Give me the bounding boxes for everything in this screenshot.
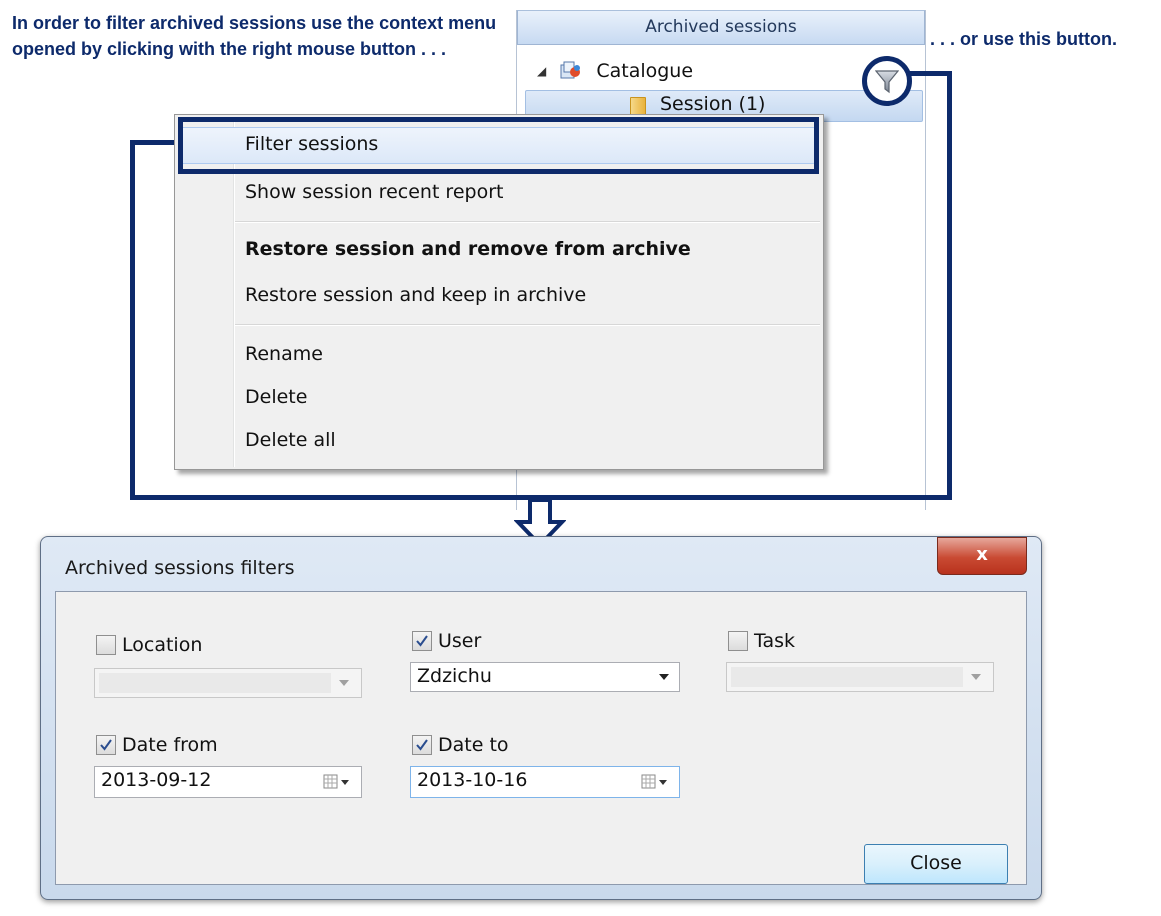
menu-item-delete-all[interactable]: Delete all — [245, 426, 336, 454]
date-from-value: 2013-09-12 — [101, 769, 212, 791]
menu-separator — [235, 324, 820, 326]
connector-line — [910, 71, 952, 76]
tree-item-catalogue-label: Catalogue — [596, 60, 694, 82]
filter-sessions-button[interactable] — [862, 56, 912, 106]
calendar-icon[interactable] — [323, 773, 351, 789]
close-button[interactable]: Close — [864, 844, 1008, 884]
menu-item-rename[interactable]: Rename — [245, 340, 323, 368]
annotation-button-hint: . . . or use this button. — [930, 29, 1117, 49]
location-select-field — [99, 673, 331, 693]
menu-item-restore-remove[interactable]: Restore session and remove from archive — [245, 235, 691, 263]
checkmark-icon — [100, 739, 112, 751]
catalogue-icon — [560, 60, 582, 80]
user-select[interactable]: Zdzichu — [410, 662, 680, 692]
date-from-label: Date from — [122, 734, 218, 756]
filter-sessions-highlight-frame — [178, 117, 819, 174]
connector-line — [947, 71, 952, 500]
location-checkbox[interactable] — [96, 635, 116, 655]
date-to-picker[interactable]: 2013-10-16 — [410, 766, 680, 798]
expand-arrow-icon[interactable]: ◢ — [537, 64, 546, 78]
menu-item-restore-keep[interactable]: Restore session and keep in archive — [245, 281, 586, 309]
connector-line — [130, 140, 135, 500]
connector-line — [130, 140, 180, 145]
location-checkbox-row[interactable]: Location — [96, 634, 202, 656]
task-checkbox-row[interactable]: Task — [728, 630, 795, 652]
date-from-checkbox[interactable] — [96, 735, 116, 755]
annotation-context-menu-hint: In order to filter archived sessions use… — [12, 13, 497, 59]
window-close-button[interactable]: x — [937, 537, 1027, 575]
user-label: User — [438, 630, 482, 652]
user-checkbox-row[interactable]: User — [412, 630, 481, 652]
user-select-value: Zdzichu — [417, 665, 492, 687]
panel-header: Archived sessions — [517, 10, 925, 45]
chevron-down-icon — [971, 674, 981, 680]
task-select-field — [731, 667, 963, 687]
location-select[interactable] — [94, 668, 362, 698]
task-checkbox[interactable] — [728, 631, 748, 651]
date-to-value: 2013-10-16 — [417, 769, 528, 791]
dialog-title: Archived sessions filters — [65, 557, 295, 579]
date-from-checkbox-row[interactable]: Date from — [96, 734, 218, 756]
filter-funnel-icon — [875, 70, 899, 94]
user-checkbox[interactable] — [412, 631, 432, 651]
date-to-label: Date to — [438, 734, 509, 756]
date-to-checkbox-row[interactable]: Date to — [412, 734, 509, 756]
checkmark-icon — [416, 635, 428, 647]
date-from-picker[interactable]: 2013-09-12 — [94, 766, 362, 798]
checkmark-icon — [416, 739, 428, 751]
menu-item-show-recent-report[interactable]: Show session recent report — [245, 178, 503, 206]
location-label: Location — [122, 634, 203, 656]
chevron-down-icon — [659, 674, 669, 680]
tree-item-catalogue[interactable]: ◢ Catalogue — [537, 60, 693, 82]
date-to-checkbox[interactable] — [412, 735, 432, 755]
menu-separator — [235, 221, 820, 223]
task-select[interactable] — [726, 662, 994, 692]
dialog-body: Location User Zdzichu Task Date from 201… — [55, 591, 1027, 885]
menu-item-delete[interactable]: Delete — [245, 383, 307, 411]
calendar-icon[interactable] — [641, 773, 669, 789]
tree-item-session-label: Session (1) — [660, 93, 766, 115]
archived-sessions-filters-dialog: Archived sessions filters x Location Use… — [40, 536, 1042, 900]
task-label: Task — [754, 630, 796, 652]
chevron-down-icon — [339, 680, 349, 686]
